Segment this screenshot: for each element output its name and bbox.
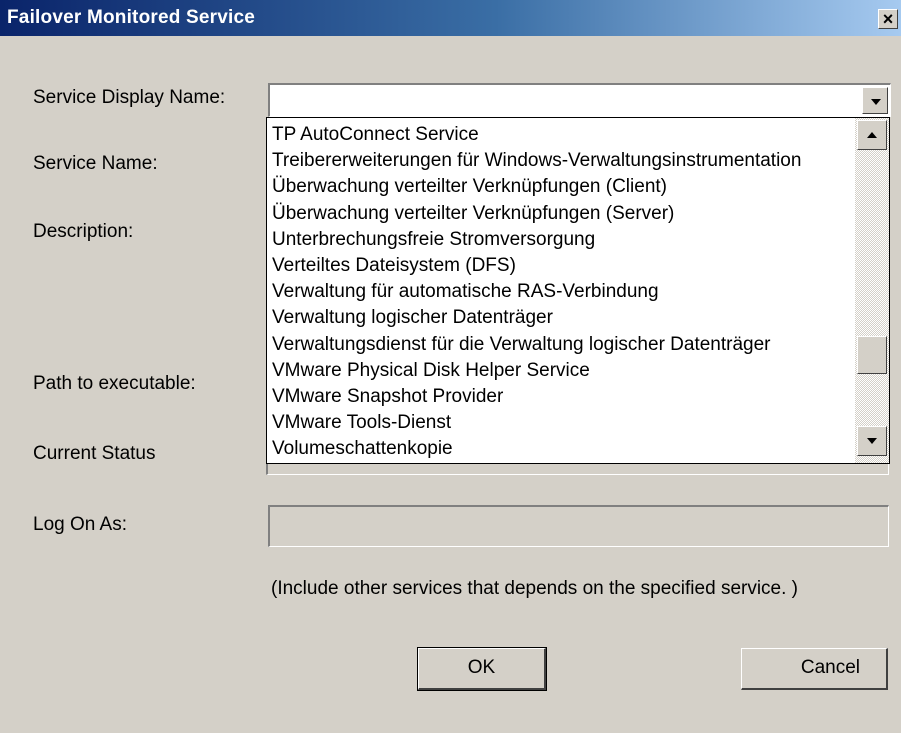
dependent-services-note: (Include other services that depends on …	[271, 578, 799, 599]
list-item[interactable]: Überwachung verteilter Verknüpfungen (Se…	[272, 201, 855, 227]
list-item[interactable]: VMware Tools-Dienst	[272, 410, 855, 436]
current-status-field	[266, 464, 889, 475]
combo-dropdown-button[interactable]	[862, 87, 888, 114]
description-label: Description:	[33, 221, 134, 242]
list-item[interactable]: Verwaltung für automatische RAS-Verbindu…	[272, 279, 855, 305]
list-item[interactable]: Verwaltungsdienst für die Verwaltung log…	[272, 332, 855, 358]
close-button[interactable]: ×	[878, 9, 898, 29]
list-item[interactable]: Verteiltes Dateisystem (DFS)	[272, 253, 855, 279]
list-item[interactable]: TP AutoConnect Service	[272, 122, 855, 148]
log-on-as-label: Log On As:	[33, 514, 128, 535]
path-to-executable-label: Path to executable:	[33, 373, 196, 394]
scroll-thumb[interactable]	[857, 335, 887, 374]
list-item[interactable]: Treibererweiterungen für Windows-Verwalt…	[272, 148, 855, 174]
list-item[interactable]: Volumeschattenkopie	[272, 436, 855, 462]
chevron-down-icon	[871, 99, 881, 105]
scroll-down-button[interactable]	[857, 426, 887, 456]
service-display-name-label: Service Display Name:	[33, 87, 226, 108]
list-item[interactable]: VMware Physical Disk Helper Service	[272, 358, 855, 384]
cancel-button[interactable]: Cancel	[741, 648, 888, 690]
chevron-up-icon	[867, 132, 877, 138]
list-item[interactable]: Verwaltung logischer Datenträger	[272, 305, 855, 331]
service-name-label: Service Name:	[33, 153, 158, 174]
current-status-label: Current Status	[33, 443, 156, 464]
list-item[interactable]: VMware Snapshot Provider	[272, 384, 855, 410]
title-bar[interactable]: Failover Monitored Service ×	[0, 0, 901, 36]
log-on-as-field	[268, 505, 889, 547]
window-title: Failover Monitored Service	[7, 7, 256, 28]
ok-button[interactable]: OK	[417, 647, 547, 691]
list-item[interactable]: Unterbrechungsfreie Stromversorgung	[272, 227, 855, 253]
service-options: TP AutoConnect Service Treibererweiterun…	[272, 122, 855, 462]
list-scrollbar[interactable]	[855, 118, 889, 463]
service-dropdown-list[interactable]: TP AutoConnect Service Treibererweiterun…	[266, 117, 890, 464]
close-icon: ×	[882, 9, 894, 29]
scroll-up-button[interactable]	[857, 120, 887, 150]
service-display-name-combo[interactable]	[268, 83, 891, 117]
list-item[interactable]: Überwachung verteilter Verknüpfungen (Cl…	[272, 174, 855, 200]
chevron-down-icon	[867, 438, 877, 444]
